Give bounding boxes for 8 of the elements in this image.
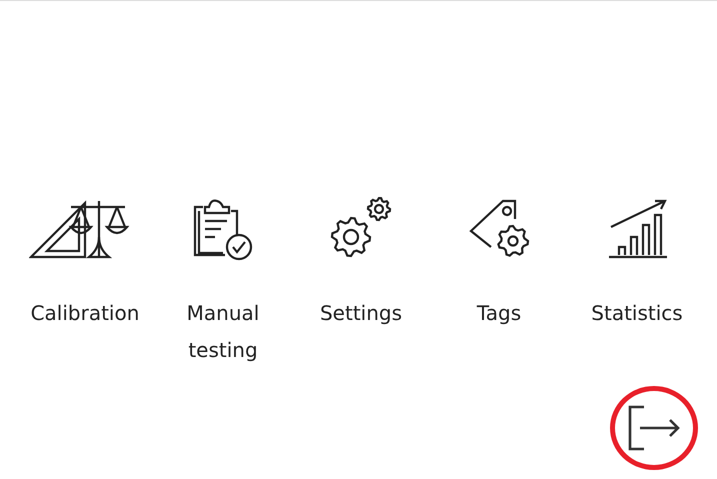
clipboard-check-icon[interactable]	[191, 197, 255, 261]
tile-label[interactable]: Manual testing	[163, 295, 283, 369]
exit-icon	[626, 403, 682, 453]
tile-label[interactable]: Calibration	[16, 295, 154, 332]
tile-label[interactable]: Tags	[439, 295, 559, 332]
tile-label[interactable]: Statistics	[577, 295, 697, 332]
exit-button[interactable]	[610, 386, 698, 470]
tile-label[interactable]: Settings	[301, 295, 421, 332]
